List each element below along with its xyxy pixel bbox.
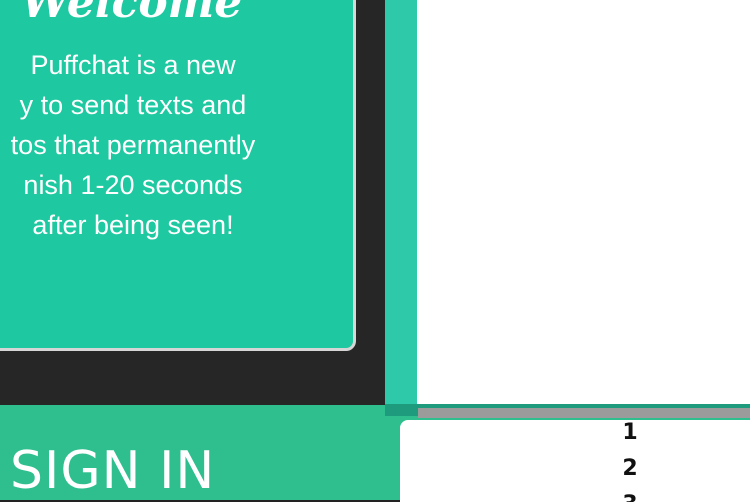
right-content-area (417, 0, 750, 408)
picker-option[interactable]: 1 (618, 422, 642, 444)
welcome-line: nish 1-20 seconds (23, 170, 243, 200)
welcome-title: Welcome (21, 0, 243, 28)
welcome-line: y to send texts and (19, 90, 247, 120)
seconds-picker[interactable]: 1 2 3 (400, 420, 750, 502)
picker-option[interactable]: 2 (618, 458, 642, 480)
right-accent-strip (385, 0, 417, 410)
welcome-line: Puffchat is a new (30, 50, 236, 80)
left-panel: Welcome Puffchat is a new y to send text… (0, 0, 385, 405)
welcome-line: after being seen! (32, 210, 234, 240)
welcome-card: Welcome Puffchat is a new y to send text… (0, 0, 356, 351)
welcome-description: Puffchat is a new y to send texts and to… (0, 45, 313, 245)
picker-divider (418, 408, 750, 418)
sign-in-button[interactable]: SIGN IN (10, 445, 215, 497)
picker-option[interactable]: 3 (618, 494, 642, 502)
welcome-line: tos that permanently (10, 130, 256, 160)
